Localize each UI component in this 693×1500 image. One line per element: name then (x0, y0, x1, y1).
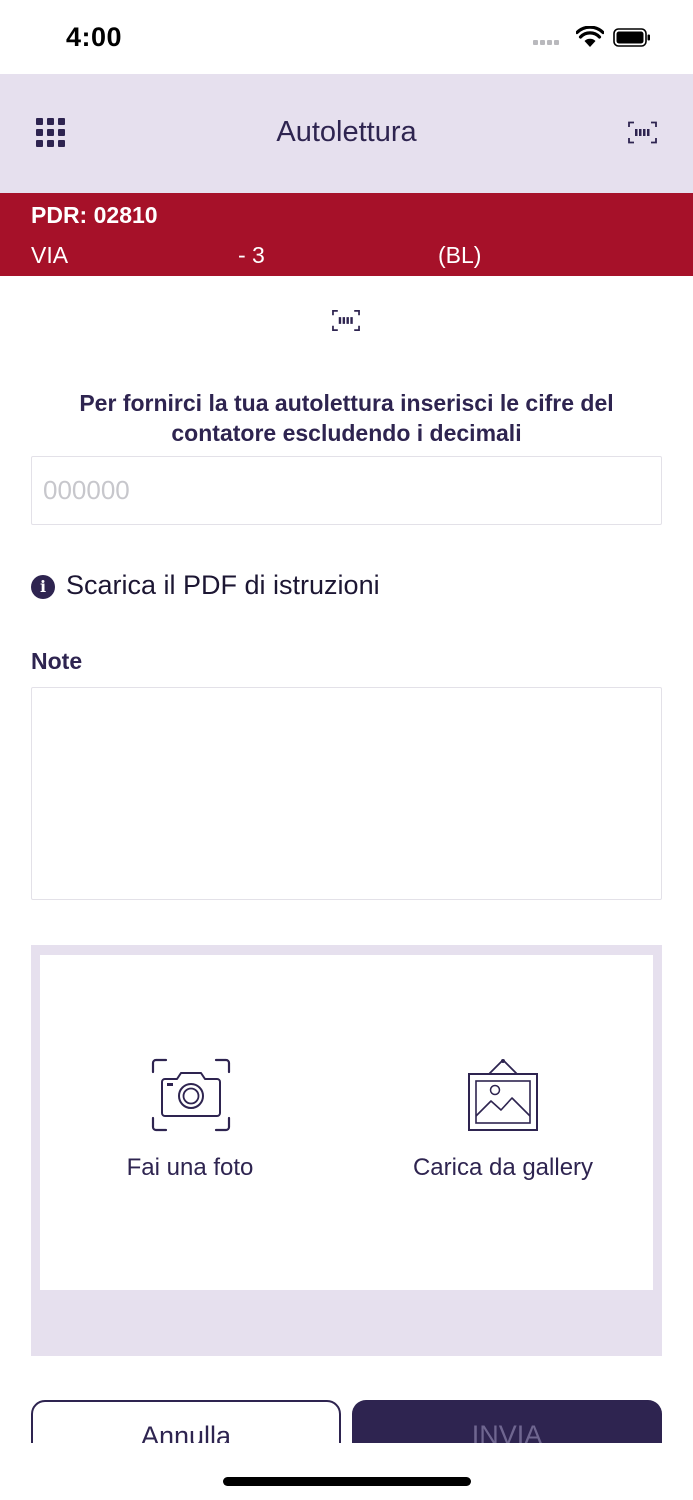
cancel-button[interactable]: Annulla (31, 1400, 341, 1443)
send-button[interactable]: INVIA (352, 1400, 662, 1443)
battery-icon (613, 28, 650, 47)
home-indicator[interactable] (223, 1477, 471, 1486)
wifi-icon (576, 26, 604, 47)
picture-frame-icon (468, 1059, 538, 1131)
upload-gallery-label: Carica da gallery (412, 1154, 594, 1181)
note-label: Note (31, 648, 83, 674)
take-photo-label: Fai una foto (126, 1154, 254, 1181)
reading-instructions: Per fornirci la tua autolettura inserisc… (79, 390, 614, 446)
note-textarea[interactable] (31, 687, 662, 900)
info-icon[interactable]: i (31, 575, 55, 599)
pdr-code: PDR: 02810 (31, 202, 158, 228)
page-title: Autolettura (276, 116, 417, 148)
action-bar: Annulla INVIA (0, 1388, 693, 1443)
address-number: - 3 (238, 242, 265, 268)
meter-reading-input[interactable] (31, 456, 662, 525)
barcode-scan-icon[interactable] (628, 121, 657, 144)
address-province: (BL) (438, 242, 482, 268)
status-time: 4:00 (66, 22, 123, 52)
camera-icon (151, 1058, 231, 1132)
barcode-scan-icon[interactable] (332, 309, 360, 332)
download-pdf-link[interactable]: Scarica il PDF di istruzioni (66, 570, 380, 601)
address-street: VIA (31, 242, 69, 268)
cellular-signal-icon (533, 40, 567, 46)
